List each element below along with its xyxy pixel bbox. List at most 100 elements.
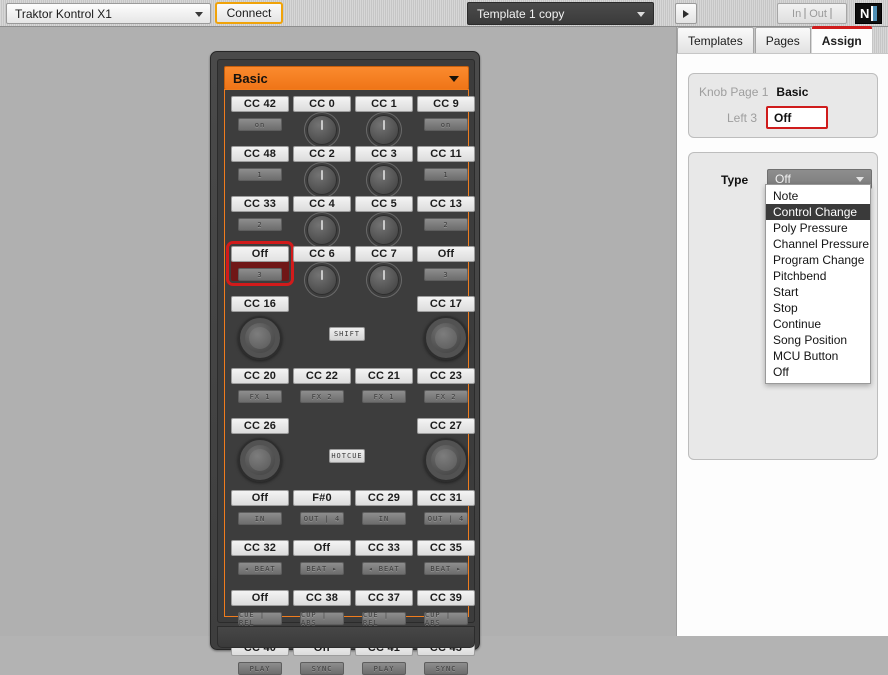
- hardware-encoder[interactable]: [238, 316, 282, 360]
- hardware-knob[interactable]: [307, 215, 337, 245]
- page-select[interactable]: Basic: [224, 66, 469, 90]
- menu-item-mcu-button[interactable]: MCU Button: [766, 348, 870, 364]
- hardware-knob[interactable]: [369, 215, 399, 245]
- control-assignment-label[interactable]: CC 11: [417, 146, 475, 162]
- control-assignment-label[interactable]: CC 5: [355, 196, 413, 212]
- control-assignment-label[interactable]: CC 1: [355, 96, 413, 112]
- hardware-knob[interactable]: [369, 265, 399, 295]
- control-assignment-label[interactable]: CC 23: [417, 368, 475, 384]
- connect-button[interactable]: Connect: [215, 2, 283, 24]
- control-slot[interactable]: CC 33 2: [231, 196, 289, 231]
- control-assignment-label[interactable]: CC 29: [355, 490, 413, 506]
- control-slot[interactable]: CC 7: [355, 246, 413, 295]
- control-slot[interactable]: CC 27: [417, 418, 475, 434]
- control-slot[interactable]: F#0 OUT | 4: [293, 490, 351, 525]
- control-slot[interactable]: CC 1: [355, 96, 413, 145]
- hardware-button-hotcue[interactable]: HOTCUE: [329, 449, 365, 463]
- hardware-button[interactable]: OUT | 4: [300, 512, 344, 525]
- hardware-button[interactable]: on: [238, 118, 282, 131]
- control-assignment-label[interactable]: CC 7: [355, 246, 413, 262]
- hardware-button[interactable]: SYNC: [424, 662, 468, 675]
- control-assignment-label[interactable]: CC 9: [417, 96, 475, 112]
- control-slot[interactable]: CC 16: [231, 296, 289, 312]
- control-slot[interactable]: CC 37 CUE | REL: [355, 590, 413, 627]
- control-assignment-label[interactable]: F#0: [293, 490, 351, 506]
- midi-in-out-indicator[interactable]: In Out: [777, 3, 847, 24]
- control-slot[interactable]: CC 0: [293, 96, 351, 145]
- hardware-button[interactable]: SYNC: [300, 662, 344, 675]
- hardware-encoder[interactable]: [238, 438, 282, 482]
- control-slot[interactable]: CC 42 on: [231, 96, 289, 131]
- control-assignment-label[interactable]: CC 33: [231, 196, 289, 212]
- hardware-button[interactable]: BEAT ▸: [424, 562, 468, 575]
- control-slot[interactable]: CC 4: [293, 196, 351, 245]
- hardware-button[interactable]: 1: [238, 168, 282, 181]
- control-assignment-label[interactable]: Off: [231, 490, 289, 506]
- control-slot[interactable]: CC 29 IN: [355, 490, 413, 525]
- control-slot[interactable]: CC 35 BEAT ▸: [417, 540, 475, 575]
- menu-item-start[interactable]: Start: [766, 284, 870, 300]
- control-assignment-label[interactable]: CC 20: [231, 368, 289, 384]
- menu-item-program-change[interactable]: Program Change: [766, 252, 870, 268]
- hardware-button[interactable]: FX 1: [362, 390, 406, 403]
- menu-item-stop[interactable]: Stop: [766, 300, 870, 316]
- control-slot[interactable]: Off 3: [226, 241, 294, 286]
- menu-item-poly-pressure[interactable]: Poly Pressure: [766, 220, 870, 236]
- control-slot[interactable]: CC 13 2: [417, 196, 475, 231]
- hardware-button[interactable]: OUT | 4: [424, 512, 468, 525]
- hardware-button[interactable]: BEAT ▸: [300, 562, 344, 575]
- control-slot[interactable]: CC 5: [355, 196, 413, 245]
- control-slot[interactable]: Off 3: [417, 246, 475, 281]
- hardware-button[interactable]: CUE | REL: [238, 611, 282, 627]
- control-assignment-label[interactable]: CC 2: [293, 146, 351, 162]
- template-next-button[interactable]: [675, 3, 697, 24]
- hardware-knob[interactable]: [369, 165, 399, 195]
- control-assignment-label[interactable]: Off: [231, 590, 289, 606]
- hardware-knob[interactable]: [369, 115, 399, 145]
- control-assignment-label[interactable]: CC 42: [231, 96, 289, 112]
- control-assignment-label[interactable]: CC 39: [417, 590, 475, 606]
- hardware-button[interactable]: CUE | REL: [362, 611, 406, 627]
- control-slot[interactable]: CC 33 ◂ BEAT: [355, 540, 413, 575]
- control-slot[interactable]: CC 23 FX 2: [417, 368, 475, 403]
- hardware-button[interactable]: 2: [424, 218, 468, 231]
- control-assignment-label[interactable]: CC 0: [293, 96, 351, 112]
- control-assignment-label[interactable]: CC 13: [417, 196, 475, 212]
- control-slot[interactable]: CC 6: [293, 246, 351, 295]
- control-assignment-label[interactable]: CC 33: [355, 540, 413, 556]
- tab-assign[interactable]: Assign: [811, 26, 872, 53]
- tab-templates[interactable]: Templates: [677, 27, 754, 53]
- hardware-knob[interactable]: [307, 265, 337, 295]
- control-assignment-label[interactable]: CC 3: [355, 146, 413, 162]
- hardware-button[interactable]: CUP | ABS: [424, 611, 468, 627]
- hardware-knob[interactable]: [307, 165, 337, 195]
- hardware-button-shift[interactable]: SHIFT: [329, 327, 365, 341]
- template-select[interactable]: Template 1 copy: [467, 2, 654, 25]
- control-assignment-label[interactable]: CC 38: [293, 590, 351, 606]
- assign-value-field[interactable]: Off: [766, 106, 829, 129]
- hardware-button[interactable]: 2: [238, 218, 282, 231]
- control-assignment-label[interactable]: CC 4: [293, 196, 351, 212]
- hardware-button[interactable]: IN: [362, 512, 406, 525]
- control-slot[interactable]: CC 26: [231, 418, 289, 434]
- control-assignment-label[interactable]: Off: [231, 246, 289, 262]
- device-select[interactable]: Traktor Kontrol X1: [6, 3, 211, 24]
- control-slot[interactable]: CC 17: [417, 296, 475, 312]
- control-assignment-label[interactable]: CC 17: [417, 296, 475, 312]
- control-slot[interactable]: CC 2: [293, 146, 351, 195]
- hardware-button[interactable]: 3: [424, 268, 468, 281]
- hardware-button[interactable]: 1: [424, 168, 468, 181]
- control-assignment-label[interactable]: CC 48: [231, 146, 289, 162]
- hardware-button[interactable]: ◂ BEAT: [362, 562, 406, 575]
- control-slot[interactable]: CC 38 CUP | ABS: [293, 590, 351, 627]
- control-assignment-label[interactable]: CC 35: [417, 540, 475, 556]
- control-slot[interactable]: CC 31 OUT | 4: [417, 490, 475, 525]
- menu-item-off[interactable]: Off: [766, 364, 870, 380]
- hardware-button[interactable]: FX 1: [238, 390, 282, 403]
- menu-item-pitchbend[interactable]: Pitchbend: [766, 268, 870, 284]
- control-assignment-label[interactable]: CC 32: [231, 540, 289, 556]
- control-slot[interactable]: CC 48 1: [231, 146, 289, 181]
- hardware-button[interactable]: PLAY: [238, 662, 282, 675]
- control-slot[interactable]: Off IN: [231, 490, 289, 525]
- control-assignment-label[interactable]: Off: [293, 540, 351, 556]
